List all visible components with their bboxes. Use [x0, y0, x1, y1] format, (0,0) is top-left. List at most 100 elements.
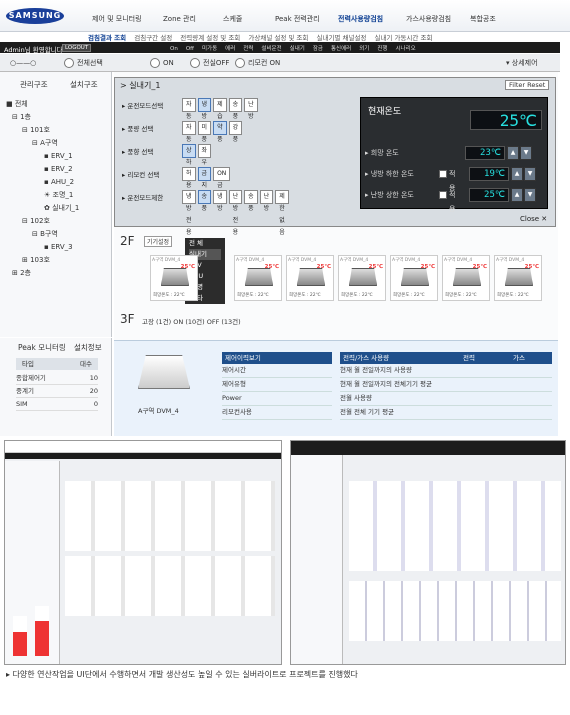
nav-hvac[interactable]: 복합공조 — [470, 14, 496, 24]
tree-item[interactable]: ⊟ 102호 — [22, 215, 126, 228]
mode-heat-button[interactable]: 난방 — [244, 98, 258, 120]
temp-up-button[interactable]: ▲ — [507, 146, 519, 160]
detail-control-button[interactable]: ▾ 상세제어 — [506, 57, 538, 69]
indoor-unit[interactable]: A구역 DVM_4 25℃ 희망온도 : 22℃ — [390, 255, 438, 301]
mode-dry-button[interactable]: 제습 — [213, 98, 227, 120]
usage-table: 전력/가스 사용량 전력 가스 현재 월 전일까지의 사용량 현재 월 전일까지의 … — [340, 352, 552, 420]
limit-fan2[interactable]: 송풍 — [244, 190, 258, 212]
floor-3-label: 3F — [120, 312, 135, 326]
cool-lower-row: ▸ 냉방 하한 온도 적용 19℃ ▲ ▼ — [365, 167, 536, 192]
legend-item: 미가동 — [201, 46, 218, 52]
temp-down-button[interactable]: ▼ — [524, 167, 536, 181]
indoor-unit[interactable]: A구역 DVM_4 25℃ 희망온도 : 22℃ — [286, 255, 334, 301]
mode-auto-button[interactable]: 자동 — [182, 98, 196, 120]
remote-on-deny-button[interactable]: ON금지 — [213, 167, 231, 201]
popup-title: > 실내기_1 — [120, 81, 161, 90]
tree-item[interactable]: ⊞ 2층 — [12, 267, 116, 280]
mode-cool-button[interactable]: 냉방 — [197, 98, 212, 120]
tree-item[interactable]: ⊞ 103호 — [22, 254, 126, 267]
table-row: 리모컨사용 — [222, 406, 332, 420]
limit-cool[interactable]: 냉방 — [213, 190, 227, 212]
indoor-unit[interactable]: A구역 DVM_4 25℃ 희망온도 : 22℃ — [234, 255, 282, 301]
legend-item: 실내기 — [289, 46, 305, 52]
table-header: 전력/가스 사용량 전력 가스 — [340, 352, 552, 364]
on-button[interactable]: ON — [150, 57, 174, 69]
temp-up-button[interactable]: ▲ — [511, 167, 523, 181]
fan-low-button[interactable]: 미풍 — [197, 121, 212, 143]
fan-auto-button[interactable]: 자동풍 — [182, 121, 196, 155]
limit-heat[interactable]: 난방 — [259, 190, 274, 212]
subnav-period[interactable]: 검침구간 설정 — [134, 34, 172, 42]
apply-checkbox[interactable] — [439, 191, 447, 199]
remote-deny-button[interactable]: 금지 — [197, 167, 212, 189]
row-direction: ▸ 풍향 선택 상하 좌우 — [122, 144, 212, 166]
slider-icon[interactable]: ○——○ — [10, 57, 36, 69]
tree-item[interactable]: ⊟ 1층 — [12, 111, 116, 124]
legend-item: On — [170, 46, 178, 52]
table-row: 종합제어기 10 — [16, 372, 98, 385]
device-name: A구역 DVM_4 — [138, 407, 179, 415]
mode-fan-button[interactable]: 송풍 — [228, 98, 243, 120]
temp-up-button[interactable]: ▲ — [511, 188, 523, 202]
remote-allow-button[interactable]: 허용 — [182, 167, 196, 189]
apply-checkbox[interactable] — [439, 170, 447, 178]
dir-updown-button[interactable]: 상하 — [182, 144, 196, 166]
tab-install-info[interactable]: 설치정보 — [74, 341, 102, 355]
tab-install[interactable]: 설치구조 — [70, 78, 98, 92]
indoor-unit[interactable]: A구역 DVM_4 25℃ 희망온도 : 22℃ — [150, 255, 198, 301]
nav-control[interactable]: 제어 및 모니터링 — [92, 14, 142, 24]
menu-item[interactable]: 전 체 — [189, 238, 221, 249]
row-fan: ▸ 풍량 선택 자동풍미풍약풍강풍 — [122, 121, 243, 155]
nav-power-metering[interactable]: 전력사용량검침 — [338, 14, 383, 24]
control-history-table: 제어이력보기 제어시간 제어유형 Power 리모컨사용 — [222, 352, 332, 420]
table-row: 현재 월 전일까지의 전체기기 평균 — [340, 378, 552, 392]
tree-item[interactable]: ⊟ 101호 — [22, 124, 126, 137]
device-filter-select[interactable]: 기기설정 — [144, 236, 173, 247]
fan-high-button[interactable]: 강풍 — [228, 121, 243, 143]
table-header[interactable]: 제어이력보기 — [222, 352, 332, 364]
legend-item: 전력 — [243, 46, 254, 52]
subnav-meter[interactable]: 전력량계 설정 및 조회 — [180, 34, 240, 42]
info-header: 타입 대수 — [16, 358, 98, 370]
cassette-icon — [349, 268, 377, 286]
close-button[interactable]: Close ✕ — [520, 215, 547, 223]
tab-management[interactable]: 관리구조 — [20, 78, 48, 92]
indoor-unit[interactable]: A구역 DVM_4 25℃ 희망온도 : 22℃ — [494, 255, 542, 301]
table-row: Power — [222, 392, 332, 406]
legend-item: 설비운전 — [261, 46, 282, 52]
nav-schedule[interactable]: 스케줄 — [223, 14, 242, 24]
limit-fan[interactable]: 송풍 — [197, 190, 212, 212]
logout-button[interactable]: LOGOUT — [62, 44, 92, 52]
legend-item: 통신에러 — [330, 46, 352, 52]
tab-peak-monitoring[interactable]: Peak 모니터링 — [18, 341, 66, 355]
dir-leftright-button[interactable]: 좌우 — [197, 144, 212, 166]
fan-mid-button[interactable]: 약풍 — [213, 121, 227, 143]
all-off-button[interactable]: 전실OFF — [190, 57, 229, 69]
power-icon — [150, 58, 160, 68]
temp-down-button[interactable]: ▼ — [524, 188, 536, 202]
filter-reset-button[interactable]: Filter Reset — [505, 80, 550, 90]
remote-on-button[interactable]: 리모컨 ON — [235, 57, 280, 69]
limit-cool-only[interactable]: 냉방전용 — [182, 190, 196, 236]
row-mode: ▸ 운전모드선택 자동 냉방 제습 송풍 난방 — [122, 98, 258, 120]
limit-none[interactable]: 제한없음 — [275, 190, 289, 236]
indoor-unit[interactable]: A구역 DVM_4 25℃ 희망온도 : 22℃ — [338, 255, 386, 301]
cassette-icon — [453, 268, 481, 286]
limit-heat-only[interactable]: 난방전용 — [228, 190, 243, 236]
subnav-virtual[interactable]: 가상채널 설정 및 조회 — [248, 34, 308, 42]
select-all-button[interactable]: 전체선택 — [64, 57, 103, 69]
nav-peak[interactable]: Peak 전력관리 — [275, 14, 320, 24]
caption: ▸ 다양한 연산작업을 UI단에서 수행하면서 개발 생산성도 높일 수 있는 … — [6, 670, 358, 679]
remote-icon — [235, 58, 245, 68]
tree-item[interactable]: ■ 전체 — [6, 98, 110, 111]
temp-down-button[interactable]: ▼ — [520, 146, 532, 160]
nav-gas-metering[interactable]: 가스사용량검침 — [406, 14, 451, 24]
subnav-result[interactable]: 검침결과 조회 — [88, 34, 126, 42]
table-row: SIM 0 — [16, 398, 98, 411]
current-temp-value: 25℃ — [470, 110, 542, 130]
indoor-unit[interactable]: A구역 DVM_4 25℃ 희망온도 : 22℃ — [442, 255, 490, 301]
nav-zone[interactable]: Zone 관리 — [163, 14, 196, 24]
table-row: 중계기 20 — [16, 385, 98, 398]
subnav-channel[interactable]: 실내기별 채널설정 — [316, 34, 366, 42]
subnav-runtime[interactable]: 실내기 가동시간 조회 — [374, 34, 432, 42]
